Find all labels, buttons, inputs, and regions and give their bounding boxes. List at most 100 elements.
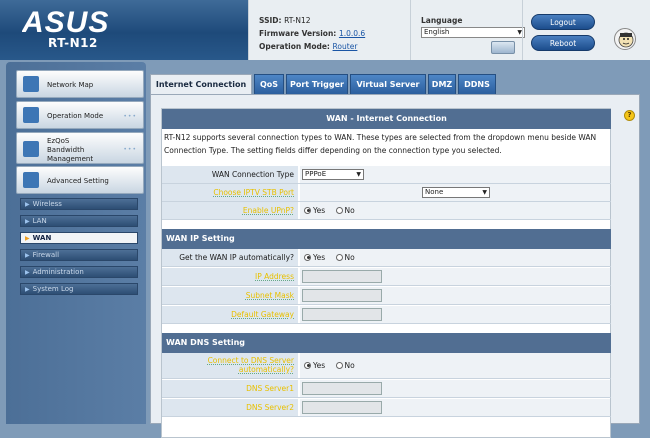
bullet-icon: ▶ bbox=[25, 269, 30, 276]
wan-type-select[interactable]: PPPoE ▼ bbox=[302, 169, 364, 180]
sidebar-item-firewall[interactable]: ▶ Firewall bbox=[20, 249, 138, 261]
brand-area: ASUS RT-N12 bbox=[0, 0, 248, 60]
upnp-radio-group: Yes No bbox=[304, 202, 363, 219]
radio-selected-icon bbox=[304, 253, 311, 261]
chevron-down-icon: ▼ bbox=[482, 189, 487, 196]
ssid-label: SSID: bbox=[259, 16, 282, 25]
menu-label: EzQoS Bandwidth Management bbox=[47, 137, 94, 163]
ip-address-cell bbox=[300, 268, 610, 285]
sidebar-item-label: WAN bbox=[32, 234, 52, 242]
radio-label: Yes bbox=[313, 253, 326, 262]
radio-label: No bbox=[344, 206, 355, 215]
dns-auto-yes-option[interactable]: Yes bbox=[304, 361, 325, 370]
dns-auto-label-line2: automatically? bbox=[238, 365, 294, 374]
ip-address-label[interactable]: IP Address bbox=[162, 268, 298, 285]
radio-empty-icon bbox=[335, 253, 343, 261]
sidebar-item-label: Administration bbox=[32, 268, 84, 276]
auto-ip-no-option[interactable]: No bbox=[335, 253, 355, 262]
radio-empty-icon bbox=[335, 206, 343, 214]
asus-logo-text: ASUS bbox=[22, 6, 109, 36]
tab-qos[interactable]: QoS bbox=[254, 74, 284, 94]
iptv-cell: None ▼ bbox=[300, 184, 610, 201]
dns-auto-label[interactable]: Connect to DNS Server automatically? bbox=[162, 353, 298, 378]
sidebar-item-wireless[interactable]: ▶ Wireless bbox=[20, 198, 138, 210]
language-label: Language bbox=[421, 16, 463, 25]
upnp-label[interactable]: Enable UPnP? bbox=[162, 202, 298, 219]
model-name: RT-N12 bbox=[48, 36, 98, 50]
menu-ezqos[interactable]: EzQoS Bandwidth Management ••• bbox=[16, 132, 144, 164]
header: ASUS RT-N12 SSID: RT-N12 Firmware Versio… bbox=[0, 0, 650, 60]
mode-label: Operation Mode: bbox=[259, 42, 330, 51]
ezqos-icon bbox=[23, 141, 39, 157]
dots-decoration: ••• bbox=[123, 146, 137, 153]
dns2-input[interactable] bbox=[302, 401, 382, 414]
operation-mode-link[interactable]: Router bbox=[333, 42, 358, 51]
main-content: ? WAN - Internet Connection RT-N12 suppo… bbox=[150, 94, 640, 438]
menu-label: Operation Mode bbox=[47, 112, 104, 120]
logout-button[interactable]: Logout bbox=[531, 14, 595, 30]
menu-label: Network Map bbox=[47, 81, 94, 89]
asus-logo: ASUS bbox=[22, 6, 109, 36]
menu-label: Advanced Setting bbox=[47, 177, 109, 185]
language-select[interactable]: English ▼ bbox=[421, 27, 525, 38]
ip-address-input[interactable] bbox=[302, 270, 382, 283]
sidebar-item-administration[interactable]: ▶ Administration bbox=[20, 266, 138, 278]
upnp-row: Enable UPnP? Yes No bbox=[162, 202, 611, 220]
radio-selected-icon bbox=[304, 206, 311, 214]
chevron-down-icon: ▼ bbox=[356, 171, 361, 178]
dns1-row: DNS Server1 bbox=[162, 380, 611, 398]
menu-advanced-setting[interactable]: Advanced Setting bbox=[16, 166, 144, 194]
tab-dmz[interactable]: DMZ bbox=[428, 74, 456, 94]
auto-ip-row: Get the WAN IP automatically? Yes No bbox=[162, 249, 611, 267]
language-value: English bbox=[424, 28, 450, 36]
dns1-input[interactable] bbox=[302, 382, 382, 395]
gateway-label[interactable]: Default Gateway bbox=[162, 306, 298, 323]
ssid-line: SSID: RT-N12 bbox=[259, 16, 311, 25]
wan-ip-section-title: WAN IP Setting bbox=[162, 229, 611, 249]
subnet-mask-input[interactable] bbox=[302, 289, 382, 302]
menu-operation-mode[interactable]: Operation Mode ••• bbox=[16, 101, 144, 129]
tab-internet-connection[interactable]: Internet Connection bbox=[150, 74, 252, 94]
gateway-cell bbox=[300, 306, 610, 323]
advanced-setting-icon bbox=[23, 172, 39, 188]
ip-address-row: IP Address bbox=[162, 268, 611, 286]
auto-ip-yes-option[interactable]: Yes bbox=[304, 253, 325, 262]
dns1-label: DNS Server1 bbox=[162, 380, 298, 397]
tab-ddns[interactable]: DDNS bbox=[458, 74, 496, 94]
dns-auto-no-option[interactable]: No bbox=[335, 361, 355, 370]
sidebar-item-label: Wireless bbox=[32, 200, 62, 208]
help-icon[interactable]: ? bbox=[624, 110, 635, 121]
network-map-icon bbox=[23, 76, 39, 92]
dns-auto-radio-group: Yes No bbox=[304, 353, 363, 378]
radio-label: Yes bbox=[313, 206, 326, 215]
reboot-button[interactable]: Reboot bbox=[531, 35, 595, 51]
upnp-yes-option[interactable]: Yes bbox=[304, 206, 325, 215]
auto-ip-cell: Yes No bbox=[300, 249, 610, 266]
sidebar-item-lan[interactable]: ▶ LAN bbox=[20, 215, 138, 227]
firmware-label: Firmware Version: bbox=[259, 29, 337, 38]
wan-type-row: WAN Connection Type PPPoE ▼ bbox=[162, 166, 611, 184]
mode-line: Operation Mode: Router bbox=[259, 42, 357, 51]
menu-network-map[interactable]: Network Map bbox=[16, 70, 144, 98]
sidebar-item-wan[interactable]: ▶ WAN bbox=[20, 232, 138, 244]
gateway-input[interactable] bbox=[302, 308, 382, 321]
iptv-select[interactable]: None ▼ bbox=[422, 187, 490, 198]
upnp-no-option[interactable]: No bbox=[335, 206, 355, 215]
subnet-mask-label[interactable]: Subnet Mask bbox=[162, 287, 298, 304]
action-buttons: Logout Reboot bbox=[522, 0, 607, 60]
tab-virtual-server[interactable]: Virtual Server bbox=[350, 74, 426, 94]
sidebar-item-label: LAN bbox=[32, 217, 47, 225]
iptv-value: None bbox=[425, 188, 444, 196]
sidebar-item-system-log[interactable]: ▶ System Log bbox=[20, 283, 138, 295]
bullet-icon: ▶ bbox=[25, 218, 30, 225]
language-apply-button[interactable] bbox=[491, 41, 515, 54]
auto-ip-radio-group: Yes No bbox=[304, 249, 363, 266]
subnet-mask-row: Subnet Mask bbox=[162, 287, 611, 305]
operation-mode-icon bbox=[23, 107, 39, 123]
sidebar-item-label: Firewall bbox=[32, 251, 60, 259]
bullet-icon: ▶ bbox=[25, 286, 30, 293]
firmware-link[interactable]: 1.0.0.6 bbox=[339, 29, 365, 38]
tab-port-trigger[interactable]: Port Trigger bbox=[286, 74, 348, 94]
iptv-label[interactable]: Choose IPTV STB Port bbox=[162, 184, 298, 201]
auto-ip-label: Get the WAN IP automatically? bbox=[162, 249, 298, 266]
